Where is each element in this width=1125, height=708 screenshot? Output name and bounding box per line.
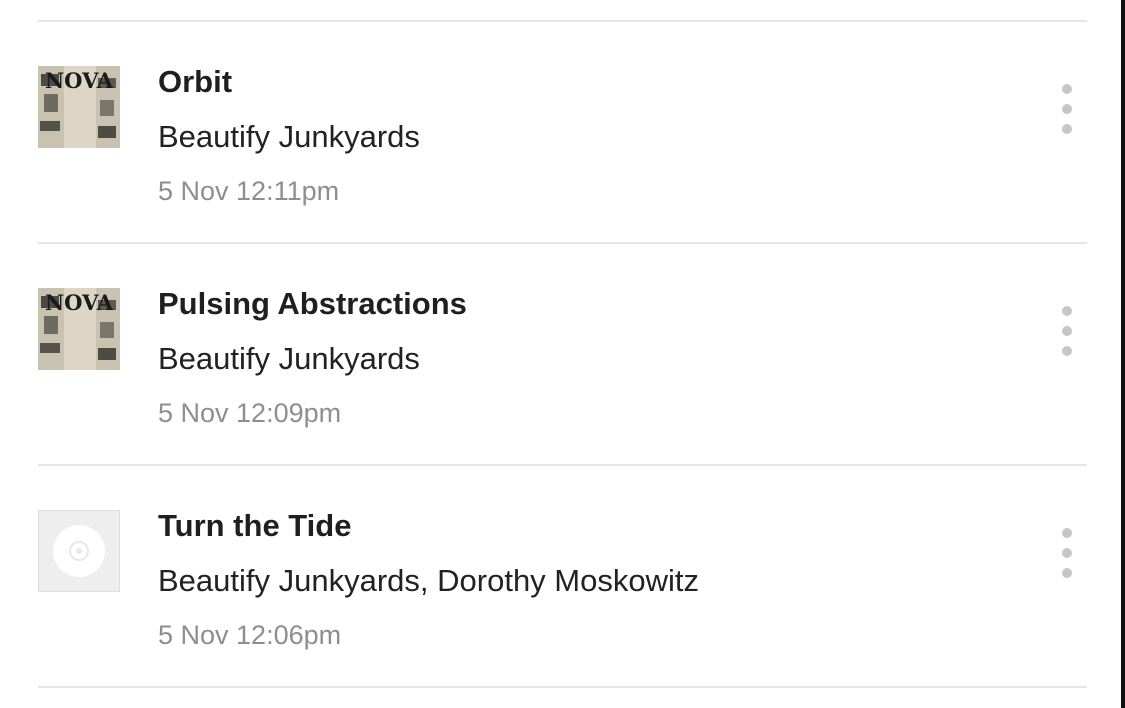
track-title: Turn the Tide [158, 508, 352, 543]
track-artist: Beautify Junkyards, Dorothy Moskowitz [158, 563, 699, 598]
track-row[interactable]: Turn the Tide Beautify Junkyards, Doroth… [38, 466, 1087, 686]
more-options-icon[interactable] [1057, 84, 1077, 134]
album-art: NOVA [38, 66, 120, 148]
nova-album-art-icon: NOVA [38, 288, 120, 370]
played-time: 5 Nov 12:11pm [158, 176, 340, 206]
more-options-icon[interactable] [1057, 528, 1077, 578]
history-list: NOVA Orbit Beautify Junkyards 5 Nov 12:1… [38, 0, 1087, 688]
nova-album-art-icon: NOVA [38, 66, 120, 148]
track-row[interactable]: NOVA Pulsing Abstractions Beautify Junky… [38, 244, 1087, 464]
album-art-placeholder [38, 510, 120, 592]
played-time: 5 Nov 12:06pm [158, 620, 342, 650]
logo-letter-n: NOVA [45, 68, 114, 93]
more-options-icon[interactable] [1057, 306, 1077, 356]
track-title: Pulsing Abstractions [158, 286, 467, 321]
played-time: 5 Nov 12:09pm [158, 398, 342, 428]
window-edge [1121, 0, 1125, 708]
album-art: NOVA [38, 288, 120, 370]
track-row[interactable]: NOVA Orbit Beautify Junkyards 5 Nov 12:1… [38, 22, 1087, 242]
track-artist: Beautify Junkyards [158, 119, 420, 154]
divider [38, 686, 1087, 688]
logo-letter-n: NOVA [45, 290, 114, 315]
disc-placeholder-icon [53, 525, 105, 577]
track-title: Orbit [158, 64, 233, 99]
track-artist: Beautify Junkyards [158, 341, 420, 376]
